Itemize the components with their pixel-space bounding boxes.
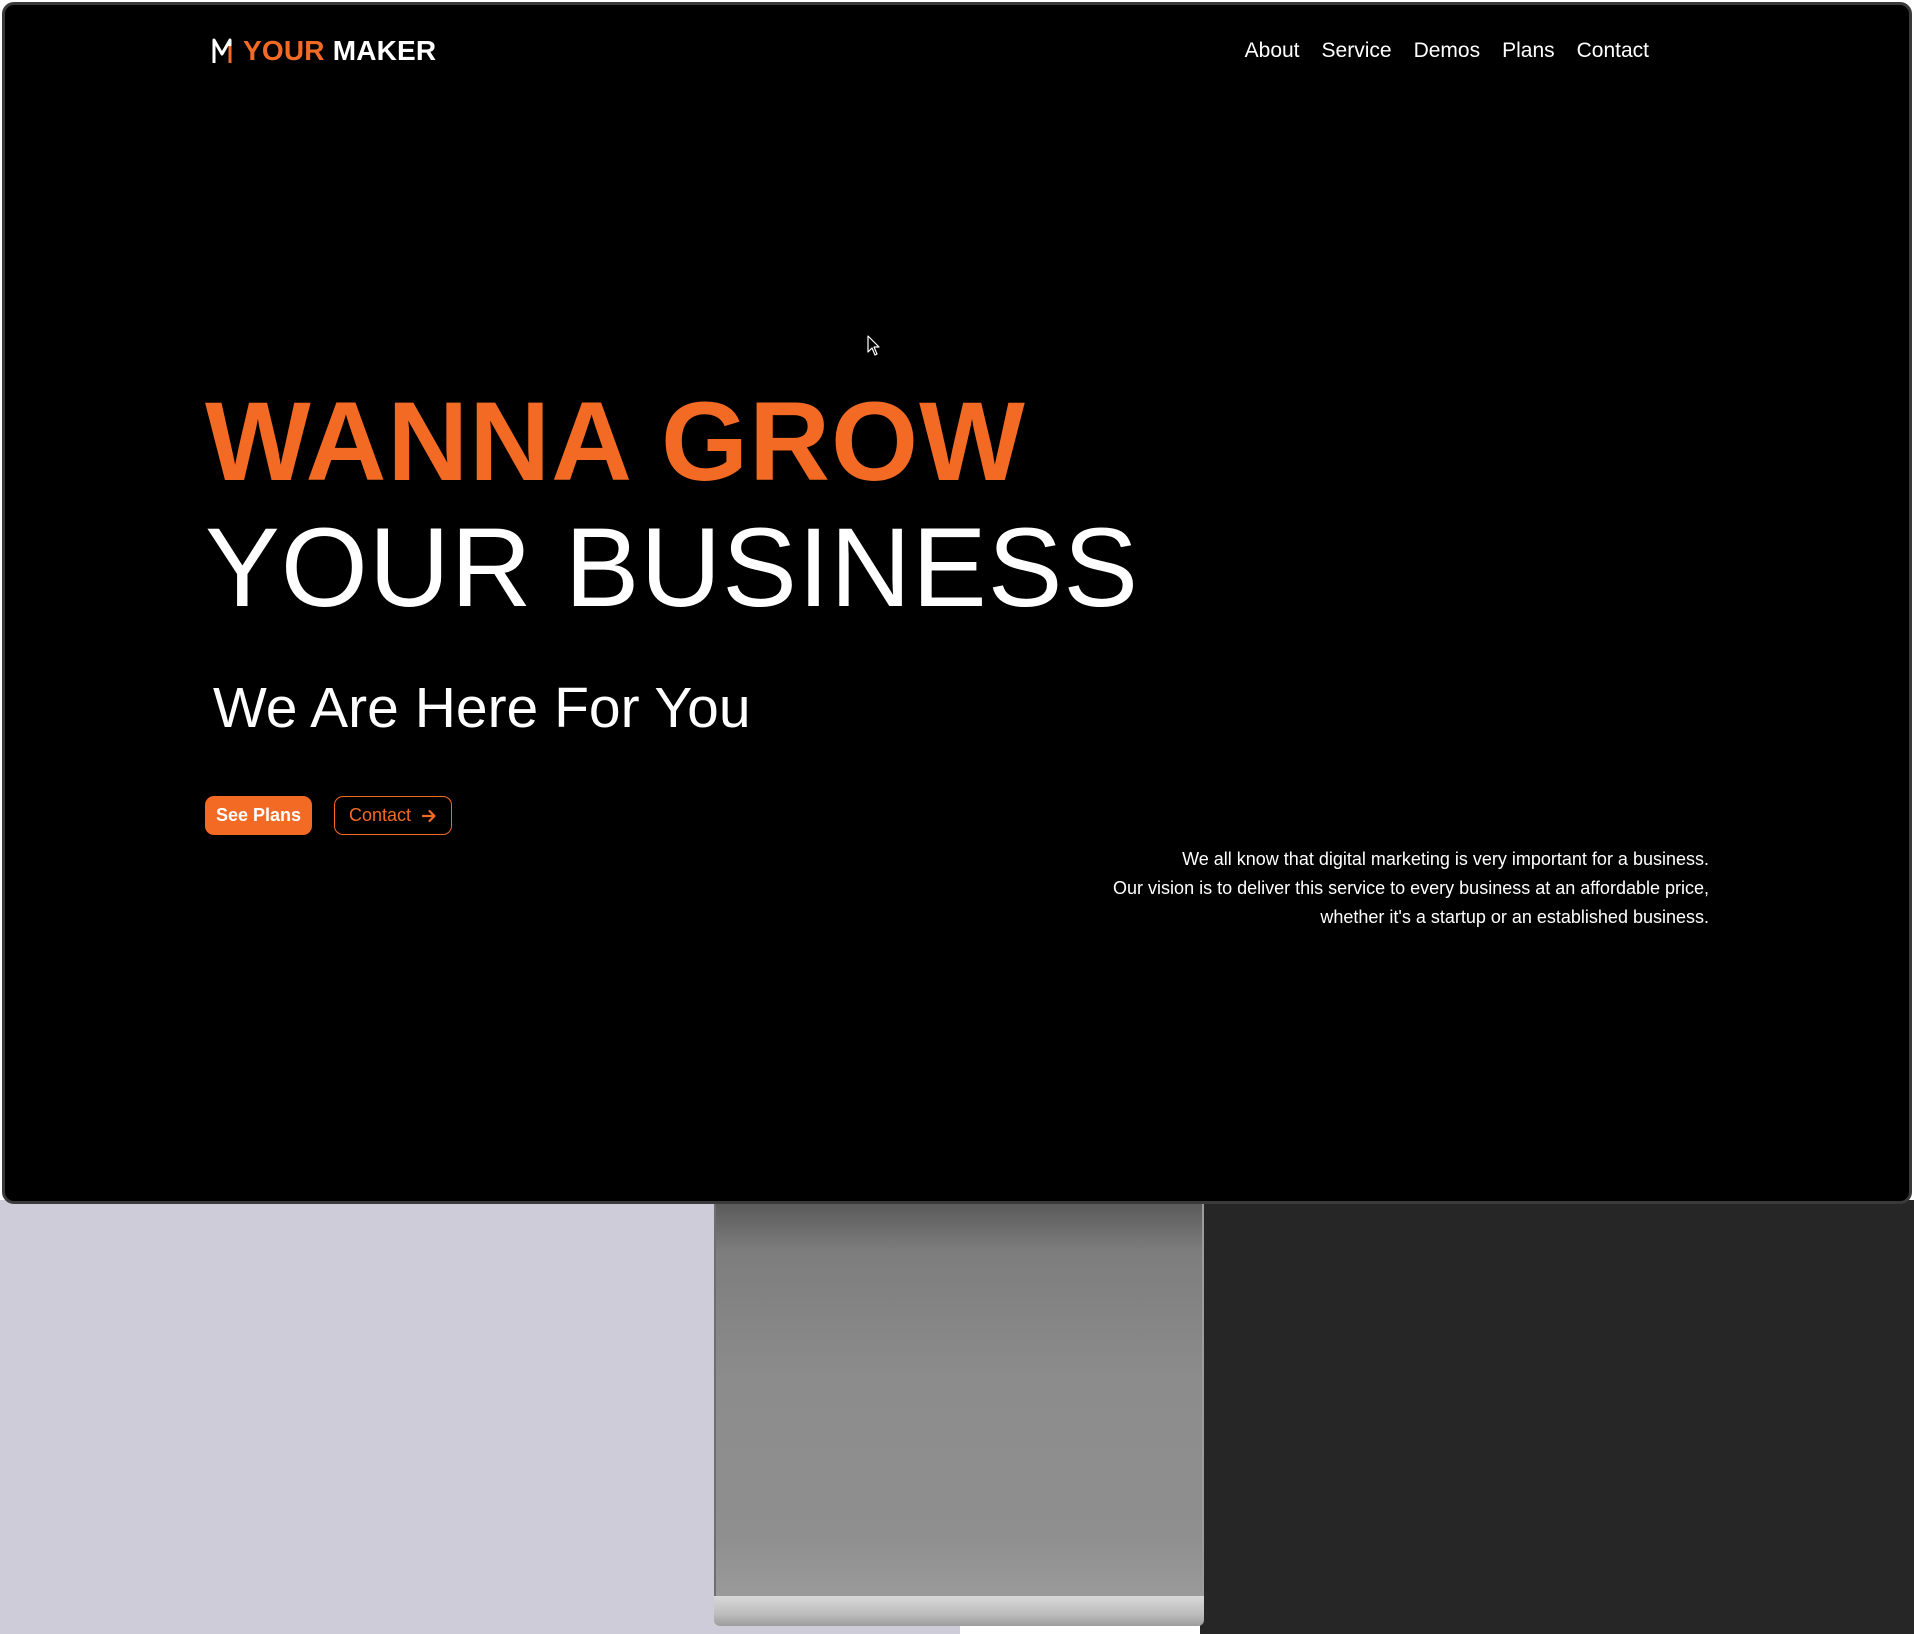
nav-item-contact[interactable]: Contact bbox=[1577, 39, 1649, 63]
contact-button-label: Contact bbox=[348, 805, 412, 825]
hero-description: We all know that digital marketing is ve… bbox=[1009, 845, 1709, 932]
description-line: Our vision is to deliver this service to… bbox=[1113, 878, 1709, 898]
mockup-stage: YOUR MAKER About Service Demos Plans Con… bbox=[0, 0, 1914, 1634]
monitor-screen: YOUR MAKER About Service Demos Plans Con… bbox=[2, 2, 1912, 1204]
nav-item-about[interactable]: About bbox=[1245, 39, 1300, 63]
backdrop-dark bbox=[1200, 1200, 1914, 1634]
hero-headline-accent: WANNA GROW bbox=[205, 379, 1026, 504]
brand-name: YOUR MAKER bbox=[243, 35, 436, 67]
nav-item-plans[interactable]: Plans bbox=[1502, 39, 1555, 63]
contact-button[interactable]: Contact bbox=[334, 796, 452, 835]
m-logo-icon bbox=[212, 38, 232, 63]
description-line: We all know that digital marketing is ve… bbox=[1182, 849, 1709, 869]
monitor-stand bbox=[714, 1204, 1204, 1596]
brand-name-part2: MAKER bbox=[332, 35, 437, 66]
main-nav: About Service Demos Plans Contact bbox=[1245, 39, 1649, 63]
brand-name-part1: YOUR bbox=[243, 35, 325, 66]
mouse-cursor-icon bbox=[867, 335, 880, 356]
hero-headline: YOUR BUSINESS bbox=[205, 505, 1140, 630]
see-plans-button[interactable]: See Plans bbox=[205, 796, 312, 835]
hero-subtitle: We Are Here For You bbox=[213, 676, 751, 740]
arrow-right-icon bbox=[421, 809, 436, 822]
brand-logo[interactable]: YOUR MAKER bbox=[211, 35, 436, 67]
description-line: whether it's a startup or an established… bbox=[1320, 907, 1709, 927]
nav-item-service[interactable]: Service bbox=[1322, 39, 1392, 63]
monitor-stand-foot bbox=[714, 1596, 1204, 1626]
nav-item-demos[interactable]: Demos bbox=[1414, 39, 1481, 63]
